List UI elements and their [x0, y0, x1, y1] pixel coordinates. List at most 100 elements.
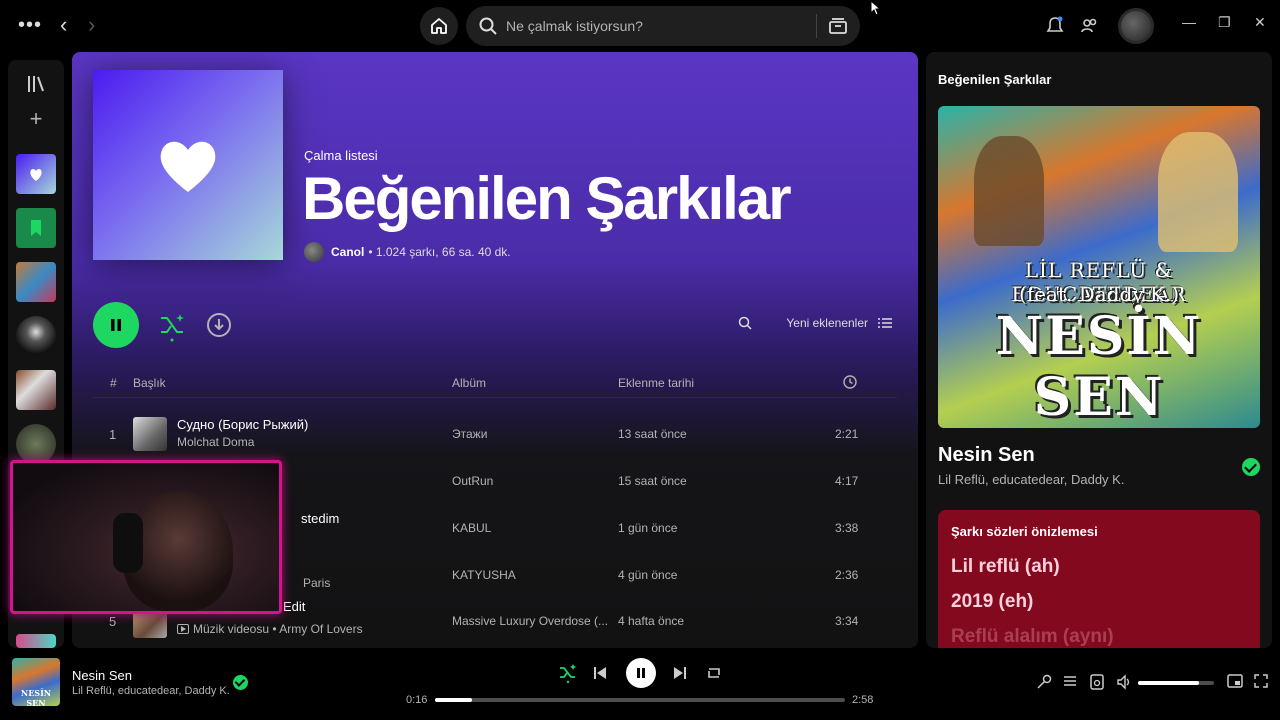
header-title[interactable]: Başlık [133, 376, 166, 390]
liked-check-icon[interactable] [233, 675, 248, 690]
track-album[interactable]: OutRun [452, 474, 493, 488]
back-arrow-icon[interactable]: ‹ [60, 12, 67, 38]
playlist-tile-3[interactable] [16, 634, 56, 648]
header-added[interactable]: Eklenme tarihi [618, 376, 694, 390]
play-pause-button[interactable] [626, 658, 656, 688]
saved-episodes-tile[interactable] [16, 208, 56, 248]
track-artist[interactable]: Müzik videosu • Army Of Lovers [177, 622, 363, 636]
restore-icon[interactable]: ❐ [1218, 14, 1231, 31]
elapsed-time: 0:16 [406, 694, 428, 706]
pause-icon [111, 319, 121, 331]
now-playing-song-title[interactable]: Nesin Sen [938, 444, 1035, 467]
queue-icon[interactable] [1063, 674, 1077, 688]
track-artist[interactable]: Paris [303, 576, 330, 590]
player-track-title[interactable]: Nesin Sen [72, 668, 132, 683]
lyrics-header: Şarkı sözleri önizlemesi [951, 524, 1098, 539]
friends-activity-icon[interactable] [1080, 16, 1100, 36]
art-text-feat: (feat. Daddy K.) [1018, 282, 1180, 306]
list-icon[interactable] [878, 317, 892, 329]
previous-icon[interactable] [593, 666, 607, 680]
header-album[interactable]: Albüm [452, 376, 486, 390]
playlist-tile-1[interactable] [16, 262, 56, 302]
close-icon[interactable]: ✕ [1254, 14, 1266, 31]
track-duration: 3:38 [835, 521, 859, 535]
connect-device-icon[interactable] [1089, 674, 1105, 690]
track-duration: 2:21 [835, 427, 859, 441]
lyrics-line: 2019 (eh) [951, 591, 1034, 612]
repeat-icon[interactable] [706, 666, 722, 680]
liked-check-icon[interactable] [1242, 458, 1260, 476]
track-artist[interactable]: Molchat Doma [177, 435, 254, 449]
track-thumbnail [133, 417, 167, 451]
smart-shuffle-icon[interactable] [158, 310, 188, 342]
now-playing-thumbnail[interactable]: NESİN SEN [12, 658, 60, 706]
volume-slider[interactable] [1138, 681, 1214, 685]
library-icon[interactable] [26, 74, 46, 94]
player-track-artist[interactable]: Lil Reflü, educatedear, Daddy K. [72, 685, 230, 697]
mini-player-icon[interactable] [1227, 674, 1243, 688]
art-text-title: NESİN SEN [995, 306, 1203, 428]
search-input[interactable]: Ne çalmak istiyorsun? [506, 18, 643, 34]
menu-dots-icon[interactable]: ••• [18, 14, 42, 37]
album-art: LİL REFLÜ & EDUCATEDEAR (feat. Daddy K.)… [938, 106, 1260, 428]
fullscreen-icon[interactable] [1254, 674, 1268, 688]
user-avatar[interactable] [1118, 8, 1154, 44]
playlist-stats: • 1.024 şarkı, 66 sa. 40 dk. [368, 245, 511, 259]
headphones-shape [113, 513, 143, 573]
table-row[interactable]: 1 Судно (Борис Рыжий) Molchat Doma Этажи… [93, 411, 897, 457]
liked-songs-tile[interactable] [16, 154, 56, 194]
artist-tile-1[interactable] [16, 316, 56, 356]
smart-shuffle-icon[interactable] [558, 662, 578, 684]
lyrics-preview-card[interactable]: Şarkı sözleri önizlemesi Lil reflü (ah) … [938, 510, 1260, 648]
track-duration: 3:34 [835, 614, 859, 628]
browse-icon[interactable] [828, 16, 848, 36]
playlist-meta: Canol • 1.024 şarkı, 66 sa. 40 dk. [304, 242, 511, 262]
track-album[interactable]: Massive Luxury Overdose (... [452, 614, 608, 628]
volume-fill [1138, 681, 1199, 685]
pause-icon [637, 668, 645, 678]
progress-bar[interactable] [435, 698, 845, 702]
now-playing-panel: Beğenilen Şarkılar LİL REFLÜ & EDUCATEDE… [926, 52, 1272, 648]
bookmark-icon [31, 220, 41, 236]
sort-dropdown[interactable]: Yeni eklenenler [786, 316, 868, 330]
heart-icon [160, 141, 216, 192]
owner-avatar[interactable] [304, 242, 324, 262]
lyrics-line: Lil reflü (ah) [951, 556, 1060, 577]
art-figure-right [1158, 132, 1238, 252]
download-icon[interactable] [206, 312, 232, 338]
track-album[interactable]: KABUL [452, 521, 491, 535]
heart-icon [30, 169, 42, 181]
track-number: 5 [109, 614, 117, 629]
owner-name[interactable]: Canol [331, 245, 364, 259]
lyrics-line: Reflü alalım (aynı) [951, 626, 1114, 647]
bell-icon[interactable] [1046, 16, 1064, 36]
forward-arrow-icon[interactable]: › [88, 12, 95, 38]
next-icon[interactable] [673, 666, 687, 680]
track-title[interactable]: Судно (Борис Рыжий) [177, 417, 308, 432]
mouse-cursor-icon [870, 0, 882, 16]
track-album[interactable]: Этажи [452, 427, 487, 441]
playlist-type: Çalma listesi [304, 148, 378, 163]
playlist-tile-2[interactable] [16, 370, 56, 410]
track-added: 4 gün önce [618, 568, 678, 582]
track-title[interactable]: Edit [283, 599, 305, 614]
home-button[interactable] [420, 7, 458, 45]
minimize-icon[interactable]: — [1182, 14, 1196, 30]
track-album[interactable]: KATYUSHA [452, 568, 516, 582]
sort-controls: Yeni eklenenler [738, 316, 892, 330]
now-playing-panel-title[interactable]: Beğenilen Şarkılar [938, 72, 1051, 87]
search-bar[interactable]: Ne çalmak istiyorsun? [466, 6, 860, 46]
search-icon [479, 17, 497, 35]
player-bar: NESİN SEN Nesin Sen Lil Reflü, educatede… [0, 648, 1280, 720]
microphone-lyrics-icon[interactable] [1036, 674, 1052, 690]
track-duration: 2:36 [835, 568, 859, 582]
track-added: 13 saat önce [618, 427, 687, 441]
pause-button[interactable] [93, 302, 139, 348]
artist-tile-2[interactable] [16, 424, 56, 464]
create-playlist-button[interactable]: + [24, 108, 48, 132]
track-title[interactable]: stedim [301, 511, 339, 526]
volume-icon[interactable] [1116, 674, 1132, 690]
now-playing-artists[interactable]: Lil Reflü, educatedear, Daddy K. [938, 472, 1124, 487]
track-added: 4 hafta önce [618, 614, 685, 628]
search-icon[interactable] [738, 316, 752, 330]
